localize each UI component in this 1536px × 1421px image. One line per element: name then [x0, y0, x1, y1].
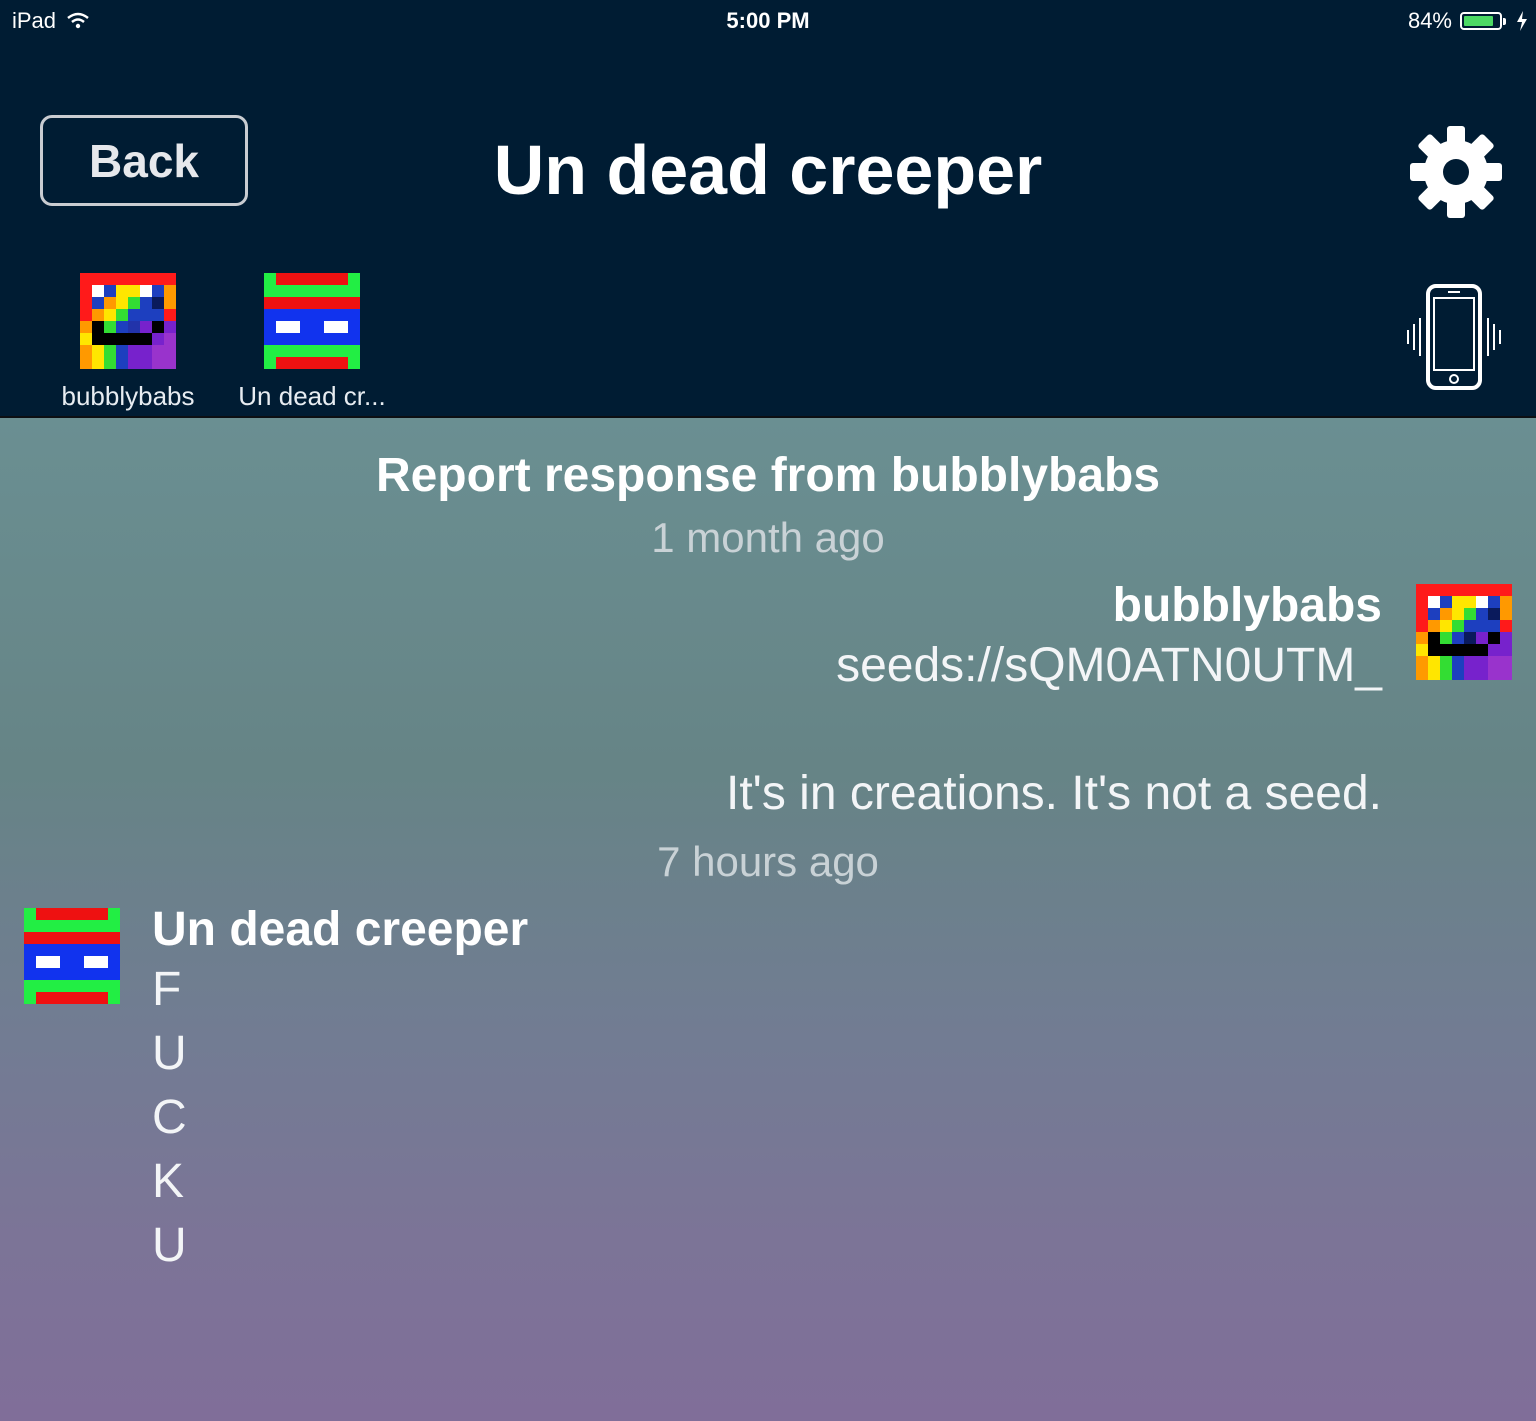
avatar	[80, 273, 176, 369]
avatar	[264, 273, 360, 369]
navigation-bar: Back Un dead creeper bubblybabs Un dead …	[0, 44, 1536, 416]
message-line: U	[152, 1027, 187, 1080]
message-line: C	[152, 1091, 187, 1144]
avatar[interactable]	[1416, 584, 1512, 680]
avatar[interactable]	[24, 908, 120, 1004]
participant-name: Un dead cr...	[238, 381, 386, 411]
timestamp: 7 hours ago	[657, 838, 879, 885]
status-time: 5:00 PM	[726, 8, 810, 33]
message-line: U	[152, 1219, 187, 1272]
message-line: seeds://sQM0ATN0UTM_	[836, 639, 1382, 692]
status-bar: iPad 5:00 PM 84%	[0, 0, 1536, 44]
message-line: K	[152, 1155, 185, 1208]
participant-bubblybabs[interactable]: bubblybabs	[38, 273, 218, 412]
battery-icon	[1460, 12, 1506, 30]
conversation-view[interactable]: Report response from bubblybabs 1 month …	[0, 418, 1536, 1421]
report-title: Report response from bubblybabs	[375, 449, 1161, 502]
battery-fill	[1464, 16, 1493, 26]
charging-bolt-icon	[1517, 11, 1527, 31]
gear-icon[interactable]	[1408, 124, 1504, 220]
message-bubblybabs: bubblybabs seeds://sQM0ATN0UTM_ It's in …	[726, 578, 1382, 826]
message-un-dead-creeper: Un dead creeper F U C K U	[152, 902, 528, 1278]
message-sender: bubblybabs	[1112, 579, 1382, 632]
message-line	[726, 698, 1382, 762]
message-line: F	[152, 963, 182, 1016]
vibrate-phone-icon[interactable]	[1406, 282, 1502, 392]
status-right: 84%	[1408, 8, 1528, 34]
page-title: Un dead creeper	[493, 131, 1043, 209]
participant-name: bubblybabs	[61, 381, 195, 411]
message-sender: Un dead creeper	[152, 903, 529, 956]
participant-un-dead-creeper[interactable]: Un dead cr...	[222, 273, 402, 412]
battery-percent: 84%	[1407, 8, 1452, 33]
timestamp: 1 month ago	[651, 514, 885, 561]
message-line: It's in creations. It's not a seed.	[726, 767, 1382, 820]
